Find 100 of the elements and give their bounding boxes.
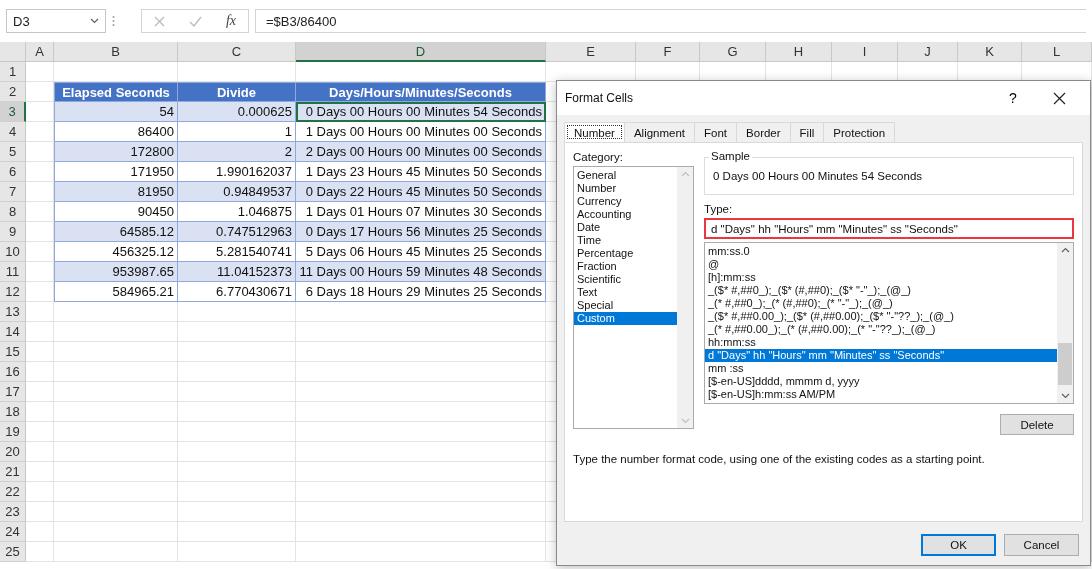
category-item[interactable]: Text [574, 286, 677, 299]
scroll-thumb[interactable] [1058, 343, 1072, 385]
format-item[interactable]: mm :ss [705, 362, 1057, 375]
column-header[interactable]: K [958, 42, 1022, 62]
row-header[interactable]: 6 [0, 162, 26, 182]
row-header[interactable]: 15 [0, 342, 26, 362]
column-header[interactable]: L [1022, 42, 1092, 62]
format-item[interactable]: d "Days" hh "Hours" mm "Minutes" ss "Seconds" [705, 349, 1057, 362]
row-header[interactable]: 16 [0, 362, 26, 382]
column-header[interactable]: G [700, 42, 766, 62]
delete-button[interactable]: Delete [1000, 414, 1074, 435]
type-label: Type: [704, 203, 734, 215]
table-cell: 0.94849537 [178, 182, 296, 202]
scroll-up-icon[interactable] [1060, 247, 1070, 253]
format-item[interactable]: _($* #,##0.00_);_($* (#,##0.00);_($* "-"??_);_(@_) [705, 310, 1057, 323]
format-item[interactable]: mm:ss.0 [705, 245, 1057, 258]
row-header[interactable]: 14 [0, 322, 26, 342]
select-all-corner[interactable] [0, 42, 26, 62]
table-cell: 1 Days 01 Hours 07 Minutes 30 Seconds [296, 202, 546, 222]
description-text: Type the number format code, using one of the existing codes as a starting point. [573, 453, 986, 465]
category-item[interactable]: Special [574, 299, 677, 312]
column-header[interactable]: D [296, 42, 546, 62]
row-header[interactable]: 25 [0, 542, 26, 562]
row-header[interactable]: 13 [0, 302, 26, 322]
table-cell: 172800 [54, 142, 178, 162]
column-header[interactable]: J [898, 42, 958, 62]
category-item[interactable]: Time [574, 234, 677, 247]
table-cell: 64585.12 [54, 222, 178, 242]
row-header[interactable]: 19 [0, 422, 26, 442]
row-header[interactable]: 4 [0, 122, 26, 142]
format-item[interactable]: _(* #,##0.00_);_(* (#,##0.00);_(* "-"??_);_(@_) [705, 323, 1057, 336]
grid-cell [26, 442, 54, 462]
grid-cell [26, 482, 54, 502]
row-header[interactable]: 21 [0, 462, 26, 482]
column-header[interactable]: A [26, 42, 54, 62]
format-item[interactable]: @ [705, 258, 1057, 271]
row-header[interactable]: 2 [0, 82, 26, 102]
table-cell: 953987.65 [54, 262, 178, 282]
format-item[interactable]: _(* #,##0_);_(* (#,##0);_(* "-"_);_(@_) [705, 297, 1057, 310]
format-item[interactable]: [$-en-US]dddd, mmmm d, yyyy [705, 375, 1057, 388]
column-header[interactable]: C [178, 42, 296, 62]
format-item[interactable]: [$-en-US]h:mm:ss AM/PM [705, 388, 1057, 401]
category-list[interactable]: General Number Currency Accounting Date Time Percentage Fraction Scientific Text Special Custom [573, 166, 694, 429]
category-item[interactable]: Accounting [574, 208, 677, 221]
table-header-cell: Days/Hours/Minutes/Seconds [296, 82, 546, 102]
cancel-button[interactable]: Cancel [1004, 534, 1079, 556]
checkmark-icon[interactable] [188, 15, 202, 27]
category-item[interactable]: General [574, 169, 677, 182]
category-item[interactable]: Percentage [574, 247, 677, 260]
row-header[interactable]: 8 [0, 202, 26, 222]
table-cell: 5 Days 06 Hours 45 Minutes 25 Seconds [296, 242, 546, 262]
column-header[interactable]: I [832, 42, 898, 62]
grid-cell [26, 422, 54, 442]
name-box[interactable]: D3 [6, 9, 106, 33]
grid-cell [26, 302, 54, 322]
column-header[interactable]: H [766, 42, 832, 62]
row-header[interactable]: 12 [0, 282, 26, 302]
ok-button[interactable]: OK [921, 534, 996, 556]
tab[interactable]: Alignment [623, 122, 696, 142]
cancel-x-icon[interactable] [153, 15, 165, 27]
row-header[interactable]: 24 [0, 522, 26, 542]
row-header[interactable]: 10 [0, 242, 26, 262]
row-header[interactable]: 5 [0, 142, 26, 162]
tab[interactable]: Protection [823, 122, 896, 142]
column-header[interactable]: F [636, 42, 700, 62]
type-field[interactable]: d "Days" hh "Hours" mm "Minutes" ss "Seconds" [704, 218, 1074, 239]
category-item[interactable]: Custom [574, 312, 677, 325]
row-header[interactable]: 22 [0, 482, 26, 502]
format-item[interactable]: hh:mm:ss [705, 336, 1057, 349]
tab[interactable]: Number [564, 122, 625, 142]
row-header[interactable]: 23 [0, 502, 26, 522]
category-item[interactable]: Scientific [574, 273, 677, 286]
scroll-down-icon[interactable] [1060, 393, 1070, 399]
column-header[interactable]: E [546, 42, 636, 62]
row-header[interactable]: 1 [0, 62, 26, 82]
dropdown-caret-icon[interactable] [90, 18, 99, 24]
table-cell: 0.747512963 [178, 222, 296, 242]
table-cell: 5.281540741 [178, 242, 296, 262]
format-item[interactable]: [h]:mm:ss [705, 271, 1057, 284]
row-header[interactable]: 17 [0, 382, 26, 402]
grid-cell [26, 522, 54, 542]
category-item[interactable]: Number [574, 182, 677, 195]
help-button[interactable]: ? [990, 83, 1036, 113]
format-list[interactable] [704, 242, 1074, 404]
row-header[interactable]: 3 [0, 102, 26, 122]
grid-cell [26, 362, 54, 382]
row-header[interactable]: 20 [0, 442, 26, 462]
column-header[interactable]: B [54, 42, 178, 62]
row-header[interactable]: 9 [0, 222, 26, 242]
table-cell: 11 Days 00 Hours 59 Minutes 48 Seconds [296, 262, 546, 282]
format-item[interactable]: _($* #,##0_);_($* (#,##0);_($* "-"_);_(@_) [705, 284, 1057, 297]
formula-field[interactable]: =$B3/86400 [255, 9, 1086, 33]
category-item[interactable]: Currency [574, 195, 677, 208]
table-cell: 2 Days 00 Hours 00 Minutes 00 Seconds [296, 142, 546, 162]
category-item[interactable]: Date [574, 221, 677, 234]
row-header[interactable]: 18 [0, 402, 26, 422]
category-item[interactable]: Fraction [574, 260, 677, 273]
row-header[interactable]: 11 [0, 262, 26, 282]
insert-function-button[interactable]: fx [225, 13, 236, 29]
row-header[interactable]: 7 [0, 182, 26, 202]
